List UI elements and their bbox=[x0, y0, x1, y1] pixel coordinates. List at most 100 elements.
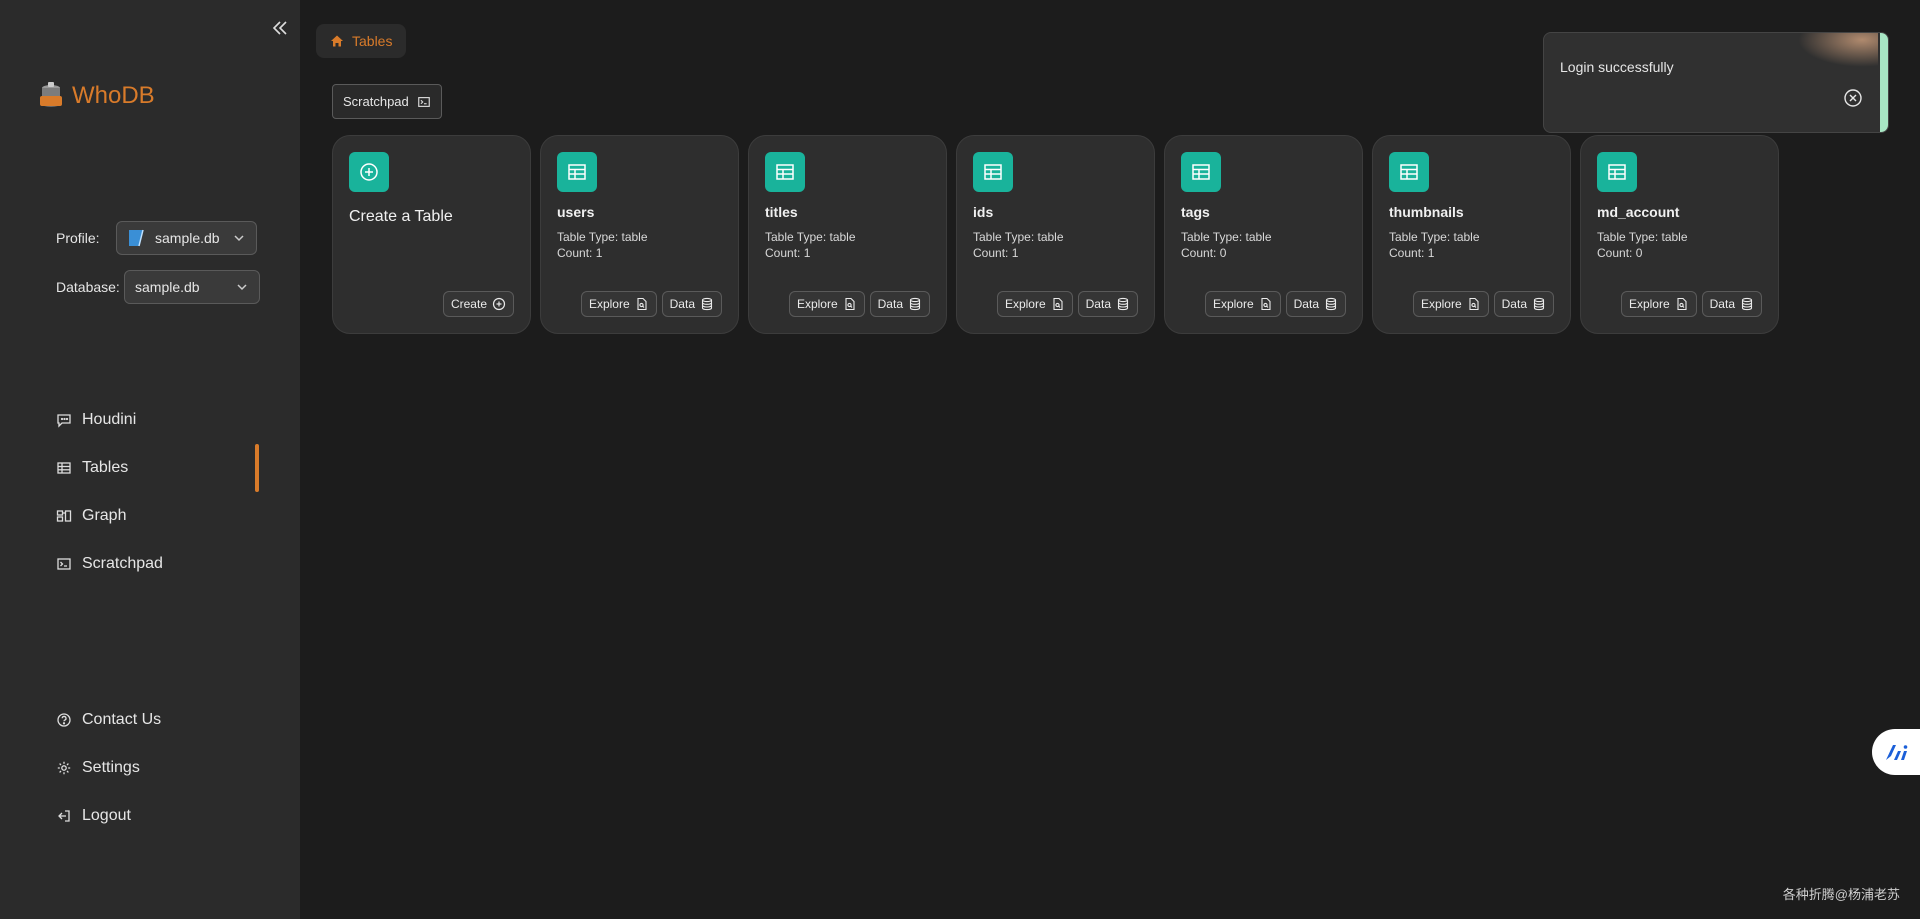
database-icon bbox=[1533, 297, 1545, 311]
help-icon bbox=[57, 713, 71, 727]
terminal-icon bbox=[417, 96, 430, 107]
nav-item-graph[interactable]: Graph bbox=[56, 492, 256, 540]
data-label: Data bbox=[1085, 297, 1111, 311]
database-icon bbox=[1117, 297, 1129, 311]
table-icon bbox=[973, 152, 1013, 192]
data-button[interactable]: Data bbox=[869, 291, 930, 317]
explore-button[interactable]: Explore bbox=[1620, 291, 1697, 317]
data-label: Data bbox=[1501, 297, 1527, 311]
data-label: Data bbox=[669, 297, 695, 311]
profile-select[interactable]: sample.db bbox=[116, 221, 257, 255]
document-search-icon bbox=[1261, 297, 1271, 311]
explore-button[interactable]: Explore bbox=[580, 291, 657, 317]
floating-assistant-button[interactable] bbox=[1872, 729, 1920, 775]
data-button[interactable]: Data bbox=[1493, 291, 1554, 317]
create-button[interactable]: Create bbox=[442, 291, 514, 317]
table-type: Table Type: table bbox=[973, 230, 1064, 244]
toast-glow bbox=[1798, 33, 1878, 67]
data-label: Data bbox=[1709, 297, 1735, 311]
table-icon bbox=[1181, 152, 1221, 192]
table-count: Count: 0 bbox=[1597, 246, 1643, 260]
table-card-tags[interactable]: tags Table Type: table Count: 0 Explore D… bbox=[1164, 135, 1363, 334]
explore-button[interactable]: Explore bbox=[1204, 291, 1281, 317]
nav-label: Scratchpad bbox=[82, 555, 163, 572]
data-button[interactable]: Data bbox=[1077, 291, 1138, 317]
toast-accent-bar bbox=[1880, 33, 1888, 132]
table-icon bbox=[57, 462, 71, 474]
table-name: thumbnails bbox=[1389, 204, 1464, 220]
profile-row: Profile: sample.db bbox=[56, 221, 257, 255]
main-nav: Houdini Tables Graph Scratchpad bbox=[56, 396, 256, 588]
scratchpad-label: Scratchpad bbox=[343, 94, 409, 109]
nav-item-houdini[interactable]: Houdini bbox=[56, 396, 256, 444]
database-row: Database: sample.db bbox=[56, 270, 260, 304]
database-icon bbox=[1325, 297, 1337, 311]
nav-label: Houdini bbox=[82, 411, 137, 428]
nav-label: Tables bbox=[82, 459, 129, 476]
scratchpad-button[interactable]: Scratchpad bbox=[332, 84, 442, 119]
collapse-sidebar-button[interactable] bbox=[268, 16, 292, 40]
table-card-users[interactable]: users Table Type: table Count: 1 Explore … bbox=[540, 135, 739, 334]
document-search-icon bbox=[1677, 297, 1687, 311]
table-count: Count: 1 bbox=[765, 246, 811, 260]
home-icon bbox=[331, 35, 343, 47]
nav-item-logout[interactable]: Logout bbox=[56, 792, 256, 840]
data-button[interactable]: Data bbox=[1701, 291, 1762, 317]
explore-label: Explore bbox=[1004, 297, 1046, 311]
watermark: 各种折腾@杨浦老苏 bbox=[1782, 887, 1900, 902]
table-name: ids bbox=[973, 204, 994, 220]
nav-item-scratchpad[interactable]: Scratchpad bbox=[56, 540, 256, 588]
logout-icon bbox=[58, 810, 70, 822]
create-label: Create bbox=[450, 297, 487, 311]
chat-icon bbox=[57, 414, 71, 428]
add-circle-icon bbox=[349, 152, 389, 192]
whodb-logo-icon bbox=[40, 82, 62, 107]
sqlite-icon bbox=[129, 229, 144, 247]
document-search-icon bbox=[1053, 297, 1063, 311]
explore-button[interactable]: Explore bbox=[788, 291, 865, 317]
data-button[interactable]: Data bbox=[661, 291, 722, 317]
nav-item-settings[interactable]: Settings bbox=[56, 744, 256, 792]
document-search-icon bbox=[845, 297, 855, 311]
table-name: users bbox=[557, 204, 595, 220]
nav-label: Settings bbox=[82, 759, 140, 776]
chevron-down-icon bbox=[237, 284, 247, 291]
table-cards: Create a Table Create users Table Type: … bbox=[332, 135, 1779, 334]
database-select[interactable]: sample.db bbox=[124, 270, 260, 304]
explore-label: Explore bbox=[1212, 297, 1254, 311]
table-count: Count: 0 bbox=[1181, 246, 1227, 260]
database-label: Database: bbox=[56, 279, 120, 295]
brand[interactable]: WhoDB bbox=[36, 80, 155, 112]
table-card-thumbnails[interactable]: thumbnails Table Type: table Count: 1 Exp… bbox=[1372, 135, 1571, 334]
terminal-icon bbox=[57, 558, 71, 570]
table-type: Table Type: table bbox=[765, 230, 856, 244]
explore-label: Explore bbox=[796, 297, 838, 311]
app-name: WhoDB bbox=[72, 82, 155, 109]
table-count: Count: 1 bbox=[1389, 246, 1435, 260]
database-icon bbox=[701, 297, 713, 311]
table-icon bbox=[1597, 152, 1637, 192]
table-card-md-account[interactable]: md_account Table Type: table Count: 0 Exp… bbox=[1580, 135, 1779, 334]
explore-label: Explore bbox=[588, 297, 630, 311]
nav-item-tables[interactable]: Tables bbox=[56, 444, 256, 492]
database-icon bbox=[909, 297, 921, 311]
explore-label: Explore bbox=[1628, 297, 1670, 311]
chevron-down-icon bbox=[234, 235, 244, 242]
table-icon bbox=[765, 152, 805, 192]
database-icon bbox=[1741, 297, 1753, 311]
table-count: Count: 1 bbox=[557, 246, 603, 260]
explore-button[interactable]: Explore bbox=[996, 291, 1073, 317]
gear-icon bbox=[57, 761, 71, 775]
create-table-card: Create a Table Create bbox=[332, 135, 531, 334]
table-card-ids[interactable]: ids Table Type: table Count: 1 Explore Da… bbox=[956, 135, 1155, 334]
database-value: sample.db bbox=[135, 279, 200, 295]
table-card-titles[interactable]: titles Table Type: table Count: 1 Explore… bbox=[748, 135, 947, 334]
breadcrumb[interactable]: Tables bbox=[316, 24, 407, 58]
nav-item-contact-us[interactable]: Contact Us bbox=[56, 696, 256, 744]
table-count: Count: 1 bbox=[973, 246, 1019, 260]
data-button[interactable]: Data bbox=[1285, 291, 1346, 317]
explore-button[interactable]: Explore bbox=[1412, 291, 1489, 317]
bottom-nav: Contact Us Settings Logout bbox=[56, 696, 256, 840]
document-search-icon bbox=[637, 297, 647, 311]
close-icon[interactable] bbox=[1842, 87, 1864, 109]
